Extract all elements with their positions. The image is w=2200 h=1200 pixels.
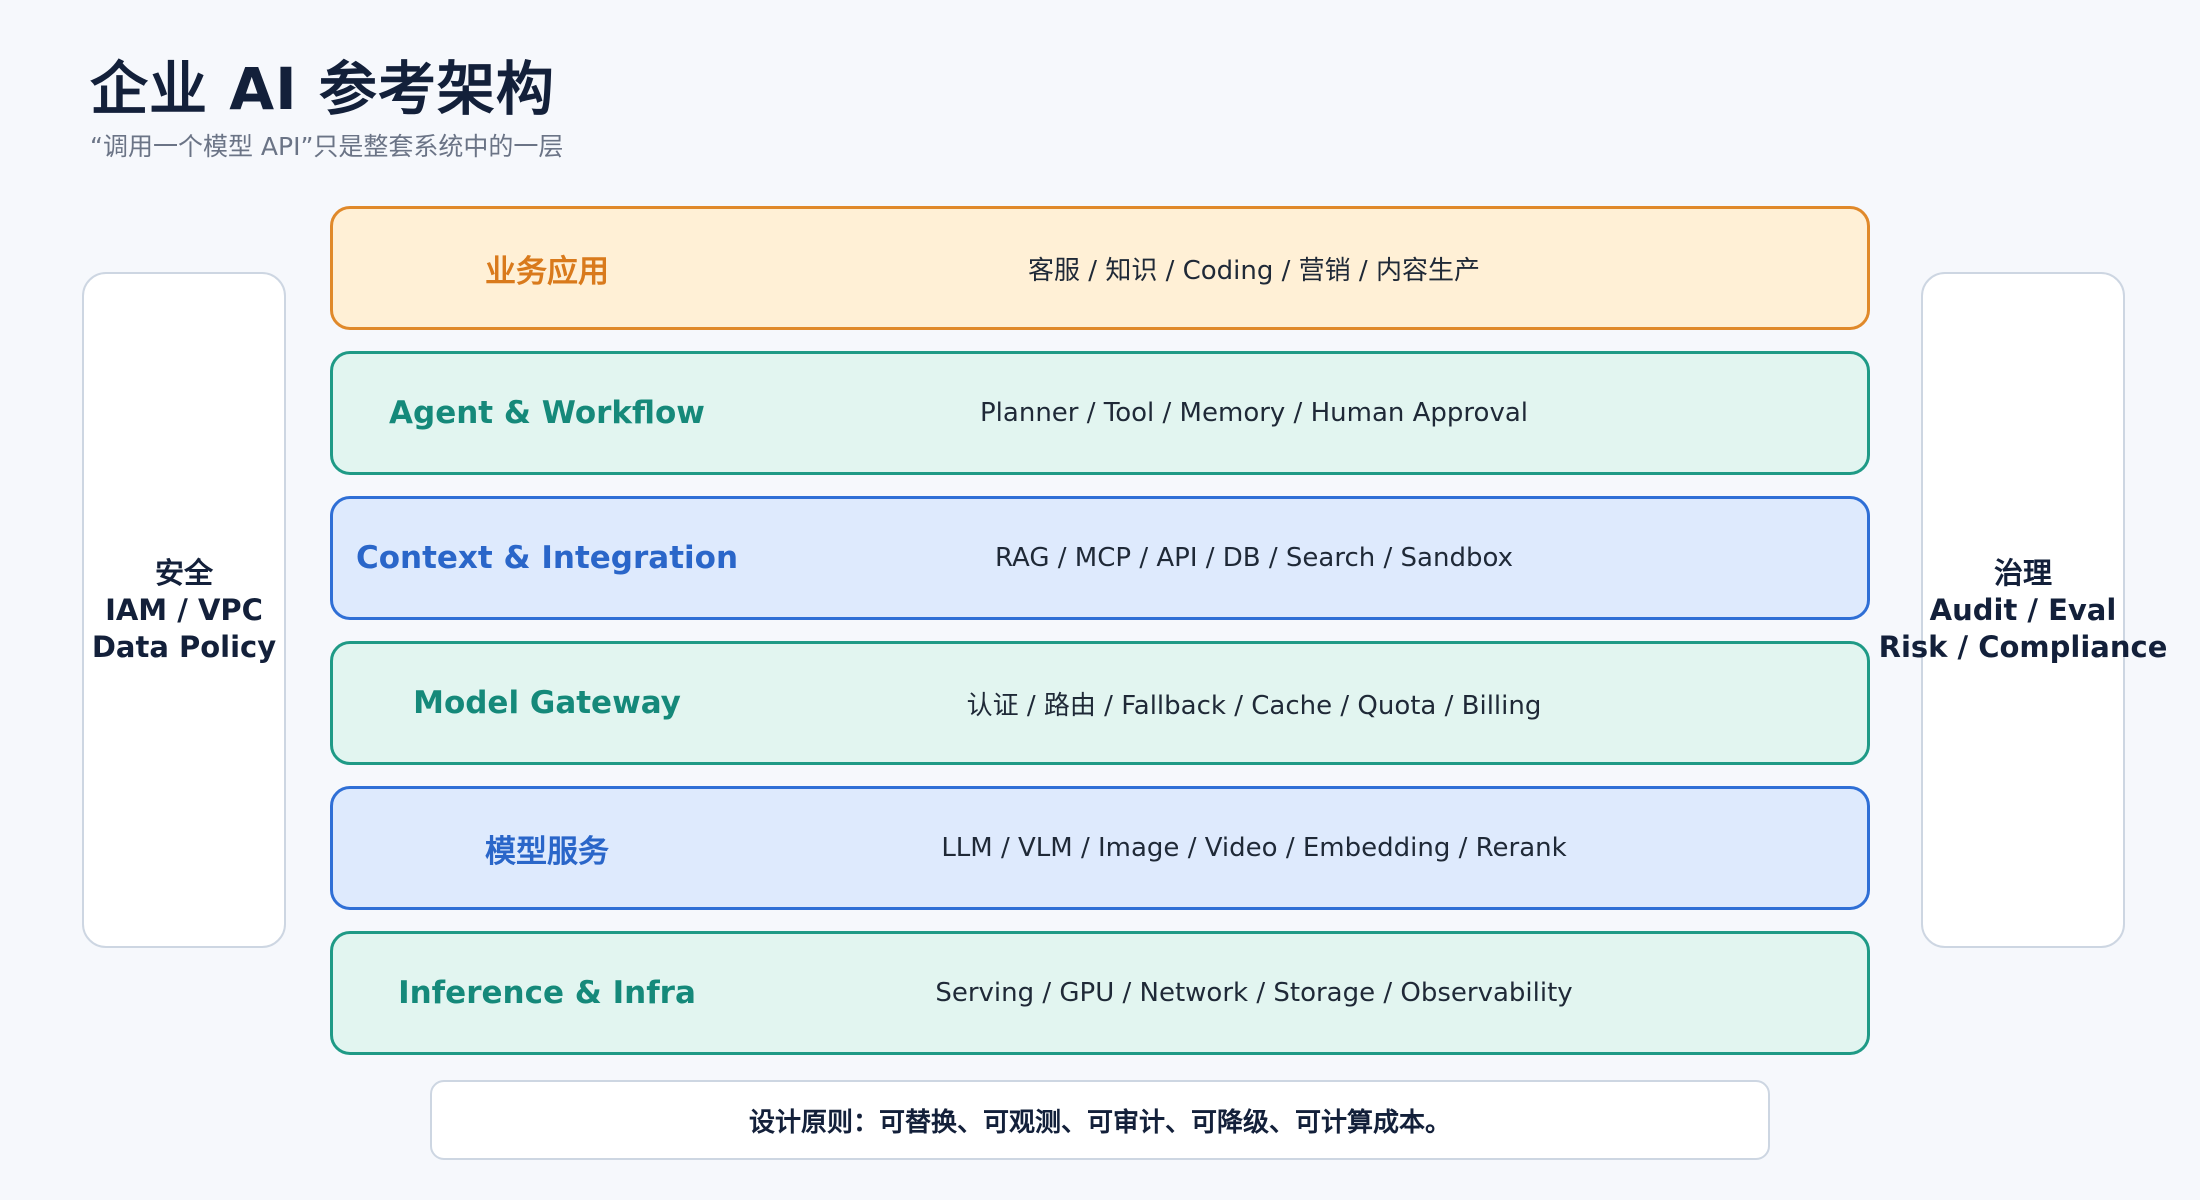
- layer-name: 业务应用: [485, 253, 609, 290]
- layer-agent-workflow: Agent & Workflow Planner / Tool / Memory…: [330, 351, 1870, 475]
- layer-name: Agent & Workflow: [389, 395, 705, 431]
- page-subtitle: “调用一个模型 API”只是整套系统中的一层: [90, 132, 564, 161]
- layer-context-integration: Context & Integration RAG / MCP / API / …: [330, 496, 1870, 620]
- design-principles-text: 设计原则：可替换、可观测、可审计、可降级、可计算成本。: [748, 1107, 1451, 1138]
- layer-model-services: 模型服务 LLM / VLM / Image / Video / Embeddi…: [330, 786, 1870, 910]
- layer-name: Model Gateway: [413, 685, 681, 721]
- governance-panel-line: Audit / Eval: [1929, 592, 2117, 627]
- layer-name: Inference & Infra: [398, 975, 696, 1011]
- security-panel: 安全 IAM / VPC Data Policy: [82, 272, 286, 948]
- layer-name: 模型服务: [485, 833, 609, 870]
- security-panel-line: IAM / VPC: [105, 592, 263, 627]
- layer-description: 认证 / 路由 / Fallback / Cache / Quota / Bil…: [966, 690, 1542, 721]
- layer-inference-infra: Inference & Infra Serving / GPU / Networ…: [330, 931, 1870, 1055]
- layer-business-apps: 业务应用 客服 / 知识 / Coding / 营销 / 内容生产: [330, 206, 1870, 330]
- layer-name: Context & Integration: [355, 540, 739, 576]
- layer-description: Planner / Tool / Memory / Human Approval: [980, 398, 1528, 428]
- governance-panel-line: Risk / Compliance: [1878, 629, 2168, 664]
- architecture-stack: 业务应用 客服 / 知识 / Coding / 营销 / 内容生产 Agent …: [330, 206, 1870, 1076]
- page-title: 企业 AI 参考架构: [90, 55, 555, 123]
- governance-panel-heading: 治理: [1993, 555, 2052, 590]
- governance-panel: 治理 Audit / Eval Risk / Compliance: [1879, 272, 2167, 948]
- security-panel-heading: 安全: [154, 555, 213, 590]
- layer-model-gateway: Model Gateway 认证 / 路由 / Fallback / Cache…: [330, 641, 1870, 765]
- layer-description: LLM / VLM / Image / Video / Embedding / …: [941, 833, 1567, 863]
- layer-description: 客服 / 知识 / Coding / 营销 / 内容生产: [1028, 255, 1480, 286]
- security-panel-line: Data Policy: [91, 629, 277, 664]
- design-principles-banner: 设计原则：可替换、可观测、可审计、可降级、可计算成本。: [430, 1080, 1770, 1160]
- layer-description: Serving / GPU / Network / Storage / Obse…: [935, 978, 1573, 1008]
- layer-description: RAG / MCP / API / DB / Search / Sandbox: [995, 543, 1513, 573]
